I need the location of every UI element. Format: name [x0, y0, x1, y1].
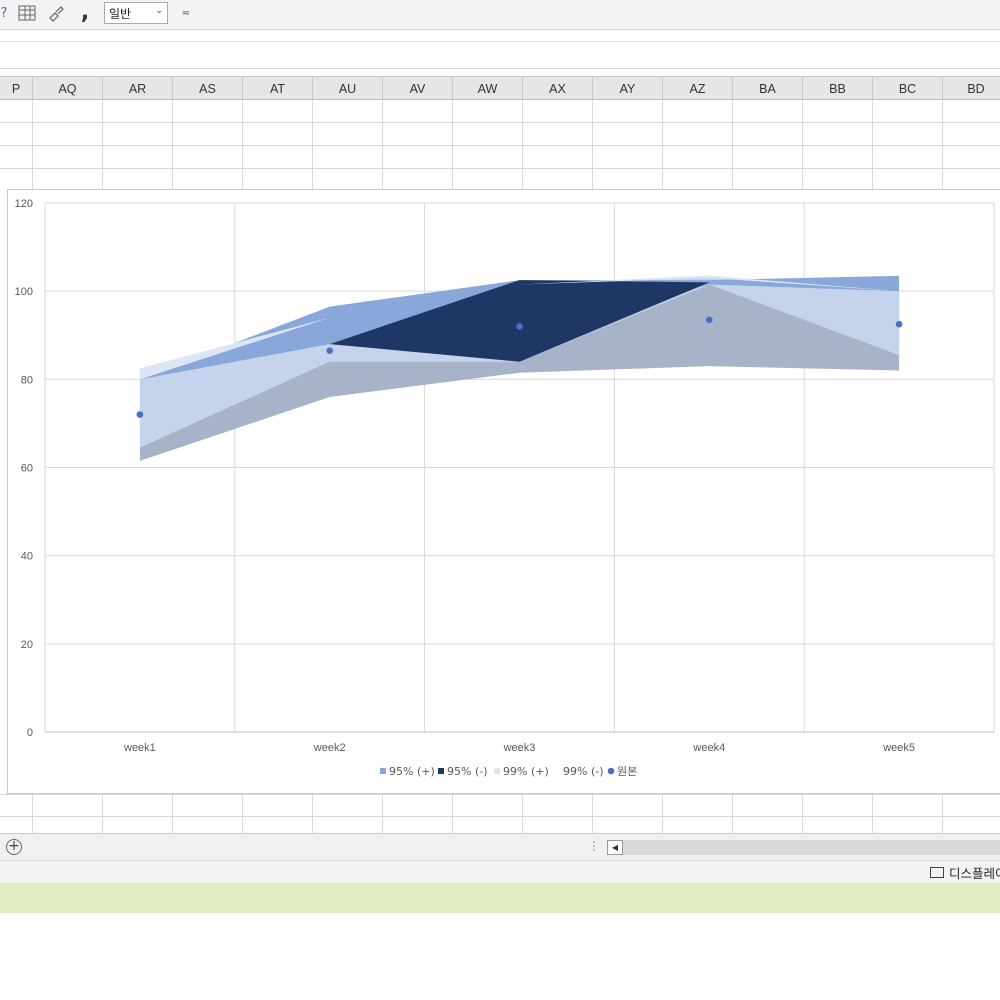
column-header-ba[interactable]: BA: [733, 77, 803, 100]
horizontal-scrollbar[interactable]: [623, 840, 1000, 855]
column-header-au[interactable]: AU: [313, 77, 383, 100]
y-tick-label: 40: [21, 551, 33, 563]
grid-row-line: [0, 168, 1000, 169]
formula-area: [0, 31, 1000, 69]
original-point: [136, 411, 144, 418]
sheet-tab-bar: + ⋮ ◀: [0, 833, 1000, 861]
column-header-ax[interactable]: AX: [523, 77, 593, 100]
x-tick-label: week3: [503, 742, 536, 754]
original-point: [706, 316, 713, 324]
column-header-bd[interactable]: BD: [943, 77, 1000, 100]
column-header-at[interactable]: AT: [243, 77, 313, 100]
original-point: [895, 320, 903, 328]
grid-row-line: [0, 122, 1000, 123]
column-header-bb[interactable]: BB: [803, 77, 873, 100]
x-tick-label: week4: [692, 742, 725, 754]
legend-swatch-dot: [607, 767, 615, 775]
legend-swatch: [438, 768, 444, 774]
column-header-az[interactable]: AZ: [663, 77, 733, 100]
column-header-ay[interactable]: AY: [593, 77, 663, 100]
y-tick-label: 80: [21, 374, 33, 386]
legend-swatch: [494, 768, 500, 774]
original-point: [326, 347, 334, 354]
table-grid-icon[interactable]: [18, 2, 36, 24]
legend-swatch: [380, 768, 386, 774]
taskbar-band: [0, 883, 1000, 913]
y-tick-label: 0: [27, 727, 33, 739]
y-tick-label: 60: [21, 463, 33, 475]
column-header-bc[interactable]: BC: [873, 77, 943, 100]
legend-swatch: [554, 768, 560, 774]
original-point: [516, 323, 523, 330]
number-format-select[interactable]: 일반 ⌄: [104, 2, 168, 24]
x-tick-label: week5: [882, 742, 915, 754]
column-header-av[interactable]: AV: [383, 77, 453, 100]
number-format-value: 일반: [109, 6, 132, 21]
column-header-ar[interactable]: AR: [103, 77, 173, 100]
scroll-left-icon[interactable]: ◀: [607, 840, 623, 855]
split-handle-icon[interactable]: ⋮: [588, 839, 600, 853]
chevron-down-icon: ⌄: [155, 6, 163, 16]
y-tick-label: 20: [21, 639, 33, 651]
grid-row-line: [0, 145, 1000, 146]
legend-label: 99% (-): [563, 765, 604, 778]
y-tick-label: 120: [15, 198, 33, 210]
legend-label: 99% (+): [503, 765, 549, 778]
customize-toolbar-icon[interactable]: ≂: [178, 2, 194, 24]
column-headers: P AQ AR AS AT AU AV AW AX AY AZ BA BB BC BD: [0, 76, 1000, 100]
column-header-p[interactable]: P: [0, 77, 33, 100]
spreadsheet-window: ? , 일반 ⌄ ≂ P AQ AR AS AT AU AV AW AX AY AZ BA BB BC BD…: [0, 0, 1000, 1000]
x-tick-label: week2: [313, 742, 346, 754]
chart-object[interactable]: 0 20 40 60 80 100 120 week1 week2 week3 week4 week5…: [7, 189, 1000, 794]
status-bar: 디스플레이: [0, 861, 1000, 883]
display-settings-label: 디스플레이: [949, 865, 1000, 881]
legend-label: 원본: [617, 765, 637, 778]
legend-label: 95% (+): [389, 765, 435, 778]
legend-label: 95% (-): [447, 765, 488, 778]
comma-style-icon[interactable]: ,: [78, 2, 92, 24]
format-painter-icon[interactable]: [46, 2, 66, 24]
grid-row-line: [0, 816, 1000, 817]
display-settings-button[interactable]: 디스플레이: [930, 863, 1000, 881]
column-header-aq[interactable]: AQ: [33, 77, 103, 100]
display-settings-icon: [930, 866, 944, 878]
column-header-as[interactable]: AS: [173, 77, 243, 100]
x-tick-label: week1: [123, 742, 156, 754]
help-icon[interactable]: ?: [0, 2, 8, 24]
y-tick-label: 100: [15, 286, 33, 298]
column-header-aw[interactable]: AW: [453, 77, 523, 100]
area-chart: 0 20 40 60 80 100 120 week1 week2 week3 week4 week5…: [15, 198, 995, 778]
quick-toolbar: ? , 일반 ⌄ ≂: [0, 0, 1000, 30]
add-sheet-icon[interactable]: +: [6, 839, 22, 855]
